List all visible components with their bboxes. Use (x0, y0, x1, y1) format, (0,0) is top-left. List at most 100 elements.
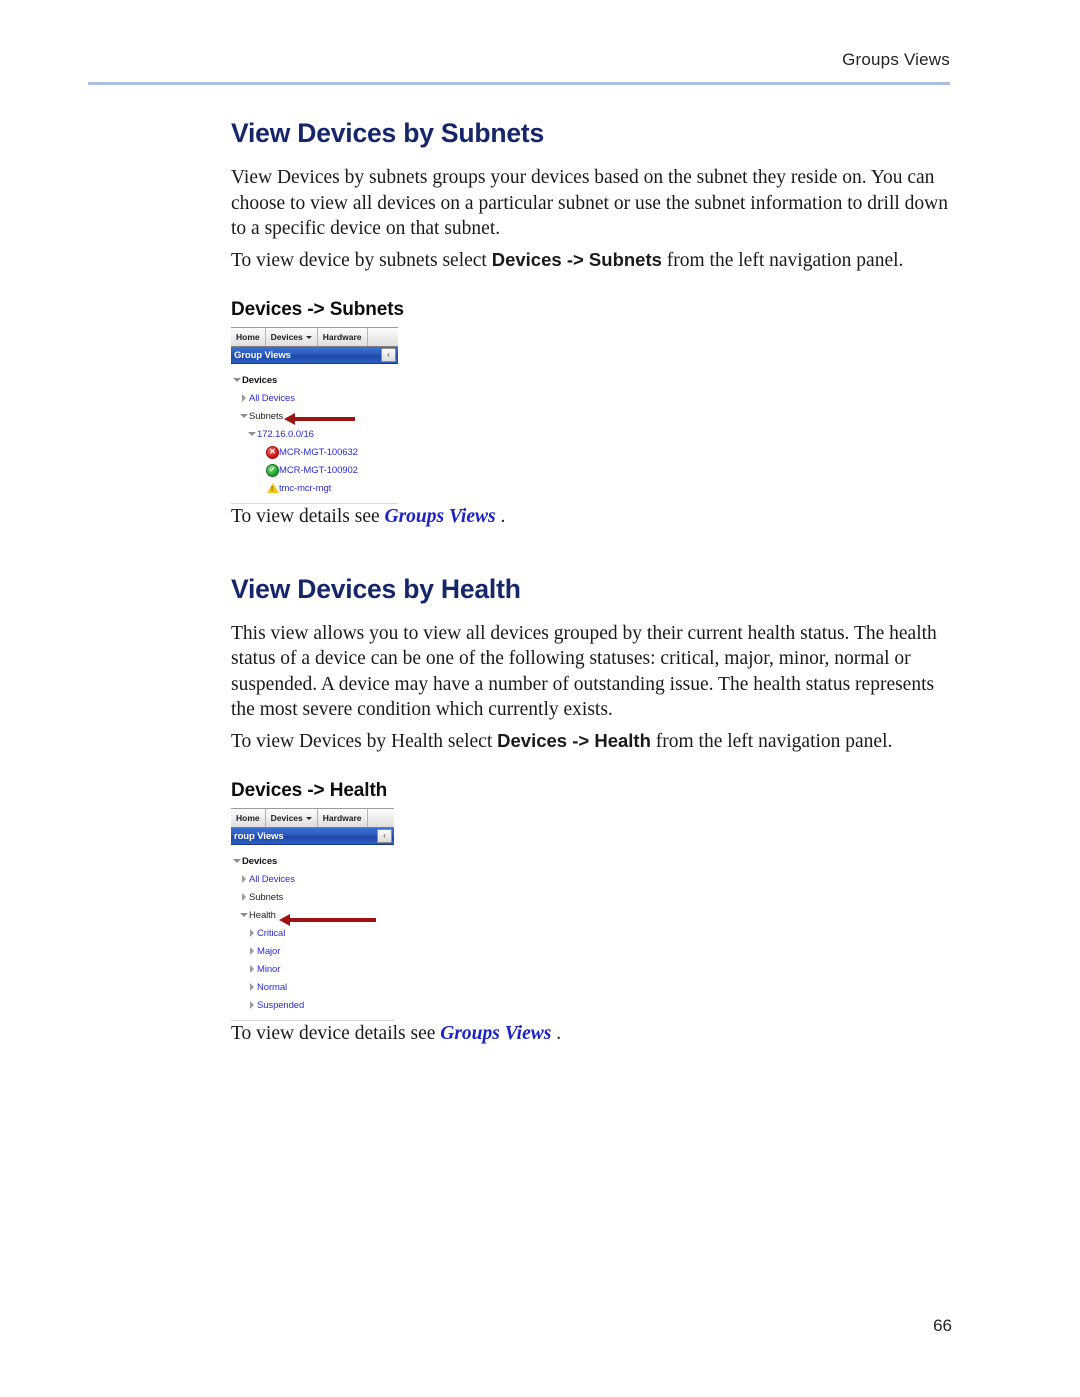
tree-item-label: All Devices (249, 392, 295, 404)
caption-suffix: . (551, 1023, 562, 1044)
tree-item-devices[interactable]: Devices (231, 371, 398, 389)
triangle-right-icon[interactable] (246, 965, 257, 973)
tree-item-label: MCR-MGT-100902 (279, 464, 358, 476)
running-header-text: Groups Views (842, 50, 950, 69)
tree-item-mcr-mgt-100632[interactable]: ✕ MCR-MGT-100632 (231, 443, 398, 461)
triangle-right-glyph (241, 875, 246, 883)
triangle-right-icon[interactable] (246, 983, 257, 991)
tree-item-critical[interactable]: Critical (231, 924, 394, 942)
tab-devices-label: Devices (270, 332, 303, 342)
triangle-right-icon[interactable] (238, 893, 249, 901)
tree-item-label: Minor (257, 963, 281, 975)
triangle-right-icon[interactable] (246, 947, 257, 955)
page-title-health: View Devices by Health (231, 573, 521, 604)
tab-bar-health: Home Devices Hardware (231, 808, 394, 828)
triangle-right-glyph (249, 947, 254, 955)
tree-item-label: Major (257, 945, 281, 957)
triangle-down-icon[interactable] (246, 432, 257, 436)
screenshot-health: Home Devices Hardware roup Views ‹ Devic… (231, 808, 951, 1021)
triangle-down-glyph (232, 859, 241, 863)
tree-item-mcr-mgt-100902[interactable]: ✓ MCR-MGT-100902 (231, 461, 398, 479)
triangle-right-glyph (241, 893, 246, 901)
tab-hardware[interactable]: Hardware (318, 328, 368, 346)
panel-header-group-views: Group Views ‹ (231, 347, 398, 364)
navigation-tree-subnets: Devices All Devices Subnets 172.16.0.0/16 ✕ M… (231, 364, 398, 503)
tab-home[interactable]: Home (231, 328, 266, 346)
triangle-down-glyph (232, 378, 241, 382)
caption-prefix: To view device details see (231, 1023, 441, 1044)
status-critical-icon: ✕ (266, 445, 279, 459)
warning-glyph (266, 483, 279, 493)
tree-item-tmc-mcr-mgt[interactable]: tmc-mcr-mgt (231, 479, 398, 497)
instruction-bold-path: Devices -> Subnets (491, 248, 662, 270)
collapse-panel-button[interactable]: ‹ (381, 348, 396, 362)
tree-item-major[interactable]: Major (231, 942, 394, 960)
collapse-panel-button[interactable]: ‹ (377, 829, 392, 843)
triangle-down-glyph (239, 414, 248, 418)
instruction-prefix: To view Devices by Health select (231, 730, 498, 752)
tree-item-devices[interactable]: Devices (231, 852, 394, 870)
figure-title-subnets: Devices -> Subnets (231, 299, 404, 320)
tree-item-label: Suspended (257, 999, 305, 1011)
triangle-right-icon[interactable] (238, 875, 249, 883)
tree-item-subnets[interactable]: Subnets (231, 407, 398, 425)
caption-subnets: To view details see Groups Views . (231, 504, 951, 530)
tab-hardware[interactable]: Hardware (318, 809, 368, 827)
status-normal-icon: ✓ (266, 463, 279, 477)
tree-item-172-16-0-0-16[interactable]: 172.16.0.0/16 (231, 425, 398, 443)
panel-header-group-views: roup Views ‹ (231, 828, 394, 845)
triangle-right-icon[interactable] (238, 394, 249, 402)
navigation-tree-health: Devices All Devices Subnets Health Critical M… (231, 845, 394, 1020)
normal-glyph: ✓ (266, 463, 279, 477)
tree-item-health[interactable]: Health (231, 906, 394, 924)
chevron-down-icon (305, 816, 312, 820)
tree-item-label: Subnets (249, 891, 284, 903)
triangle-down-icon[interactable] (231, 859, 242, 863)
tab-bar-subnets: Home Devices Hardware (231, 327, 398, 347)
intro-paragraph-health: This view allows you to view all devices… (231, 622, 937, 721)
tab-devices[interactable]: Devices (266, 328, 318, 346)
triangle-down-glyph (247, 432, 256, 436)
app-window-health: Home Devices Hardware roup Views ‹ Devic… (231, 808, 394, 1021)
triangle-right-glyph (249, 983, 254, 991)
tab-hardware-label: Hardware (322, 813, 362, 823)
app-window-subnets: Home Devices Hardware Group Views ‹ Devi… (231, 327, 398, 504)
running-header: Groups Views (88, 50, 950, 70)
tree-item-suspended[interactable]: Suspended (231, 996, 394, 1014)
triangle-right-icon[interactable] (246, 929, 257, 937)
critical-glyph: ✕ (266, 445, 279, 459)
intro-paragraph-subnets: View Devices by subnets groups your devi… (231, 167, 948, 239)
instruction-bold-path: Devices -> Health (497, 729, 651, 751)
triangle-right-glyph (249, 965, 254, 973)
triangle-right-icon[interactable] (246, 1001, 257, 1009)
caption-health: To view device details see Groups Views … (231, 1021, 951, 1047)
tab-home[interactable]: Home (231, 809, 266, 827)
triangle-right-glyph (249, 929, 254, 937)
tree-item-label: 172.16.0.0/16 (257, 428, 314, 440)
header-divider (88, 82, 950, 85)
tree-item-label: Subnets (249, 410, 284, 422)
triangle-down-glyph (239, 913, 248, 917)
triangle-down-icon[interactable] (238, 913, 249, 917)
cross-reference-link[interactable]: Groups Views (440, 1023, 551, 1044)
tree-item-minor[interactable]: Minor (231, 960, 394, 978)
tab-devices[interactable]: Devices (266, 809, 318, 827)
page-title: View Devices by Subnets (231, 118, 545, 148)
tab-home-label: Home (236, 332, 260, 342)
tree-item-label: Health (249, 909, 276, 921)
tree-item-label: Devices (242, 855, 278, 867)
caption-prefix: To view details see (231, 506, 385, 527)
screenshot-subnets: Home Devices Hardware Group Views ‹ Devi… (231, 327, 951, 504)
tree-item-label: Critical (257, 927, 286, 939)
triangle-down-icon[interactable] (231, 378, 242, 382)
tree-item-label: Normal (257, 981, 288, 993)
figure-title-health: Devices -> Health (231, 780, 388, 801)
cross-reference-link[interactable]: Groups Views (385, 506, 496, 527)
tab-home-label: Home (236, 813, 260, 823)
tree-item-all-devices[interactable]: All Devices (231, 870, 394, 888)
triangle-down-icon[interactable] (238, 414, 249, 418)
tree-item-all-devices[interactable]: All Devices (231, 389, 398, 407)
instruction-subnets: To view device by subnets select Devices… (231, 247, 951, 274)
tree-item-normal[interactable]: Normal (231, 978, 394, 996)
tree-item-subnets[interactable]: Subnets (231, 888, 394, 906)
